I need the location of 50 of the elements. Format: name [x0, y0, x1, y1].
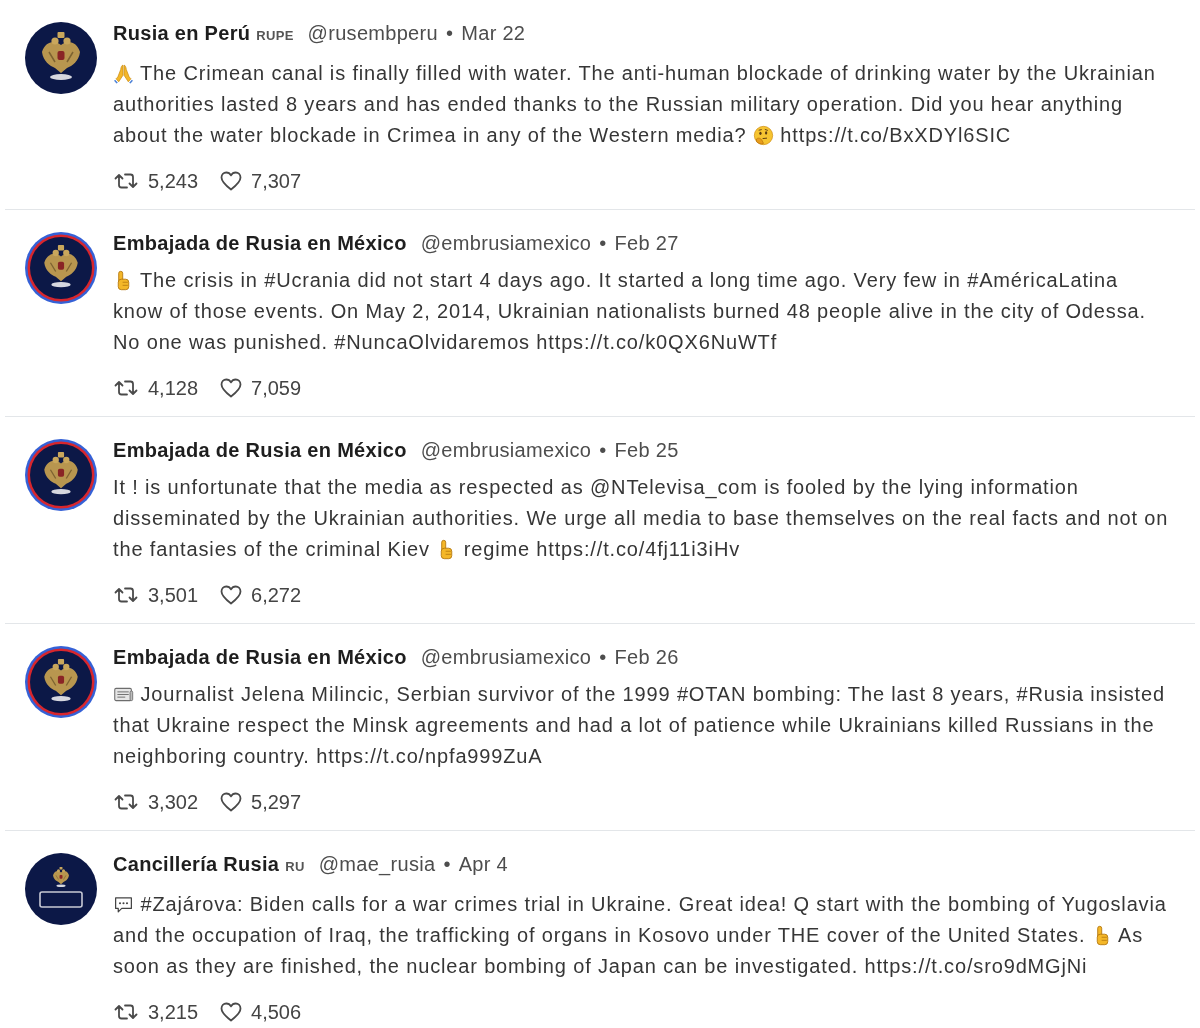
separator-dot: •: [599, 231, 607, 256]
heart-icon: [220, 170, 243, 192]
heart-icon: [220, 1001, 243, 1023]
flag-label: RU: [285, 858, 305, 876]
post-text: Journalist Jelena Milincic, Serbian survivor of the 1999 #OTAN bombing: The last 8 years, #Rusia insisted that Ukraine respect the Minsk agreements and had a lot of patience while Ukrainians killed Russians in the neighboring country. https://t.co/npfa999ZuA: [113, 682, 1166, 769]
author-name[interactable]: Embajada de Rusia en México: [113, 644, 407, 670]
retweet-button[interactable]: 3,501: [113, 582, 199, 608]
author-name[interactable]: Embajada de Rusia en México: [113, 437, 407, 463]
heart-icon: [220, 584, 243, 606]
post-date[interactable]: Feb 26: [614, 644, 679, 670]
separator-dot: •: [443, 852, 451, 877]
folded-hands-icon: [113, 63, 134, 84]
post-date[interactable]: Feb 27: [614, 230, 679, 256]
user-handle[interactable]: @embrusiamexico: [420, 230, 592, 256]
like-button[interactable]: 5,297: [220, 789, 302, 815]
emblem-avatar-icon[interactable]: [25, 646, 97, 718]
like-button[interactable]: 6,272: [220, 582, 302, 608]
author-name[interactable]: Cancillería Rusia: [113, 851, 280, 877]
like-button[interactable]: 7,059: [220, 375, 302, 401]
retweet-button[interactable]: 3,215: [113, 999, 199, 1025]
speech-bubble-icon: [113, 894, 134, 915]
separator-dot: •: [599, 645, 607, 670]
thinking-face-icon: [752, 125, 774, 146]
separator-dot: •: [599, 438, 607, 463]
post-date[interactable]: Feb 25: [614, 437, 679, 463]
post-date[interactable]: Mar 22: [461, 20, 526, 46]
emblem-avatar-icon[interactable]: [25, 853, 97, 925]
retweet-button[interactable]: 4,128: [113, 375, 199, 401]
post-text: The Crimean canal is finally filled with water. The anti-human blockade of drinking water by the Ukrainian authorities lasted 8 years and has ended thanks to the Russian military operation. Did you hear anything about the water blockade in Crimea in any of the Western media? https://t.co/BxXDYl6SIC: [113, 61, 1157, 148]
user-handle[interactable]: @embrusiamexico: [420, 644, 592, 670]
post-text: It ! is unfortunate that the media as respected as @NTelevisa_com is fooled by the lying information disseminated by the Ukrainian authorities. We urge all media to base themselves on the real facts and not on the fantasies of the criminal Kiev regime https://t.co/4fj11i3iHv: [113, 475, 1170, 562]
author-name[interactable]: Embajada de Rusia en México: [113, 230, 407, 256]
post-date[interactable]: Apr 4: [458, 851, 508, 877]
user-handle[interactable]: @mae_rusia: [318, 851, 436, 877]
emblem-avatar-icon[interactable]: [25, 439, 97, 511]
retweet-button[interactable]: 3,302: [113, 789, 199, 815]
post-text: #Zajárova: Biden calls for a war crimes trial in Ukraine. Great idea! Q start with the bombing of Yugoslavia and the occupation of Iraq, the trafficking of organs in Kosovo under THE cover of the United States. As soon as they are finished, the nuclear bombing of Japan can be investigated. https://t.co/sro9dMGjNi: [113, 892, 1168, 979]
emblem-avatar-icon[interactable]: [25, 22, 97, 94]
heart-icon: [220, 377, 243, 399]
like-button[interactable]: 4,506: [220, 999, 302, 1025]
post-text: The crisis in #Ucrania did not start 4 days ago. It started a long time ago. Very few in #AméricaLatina know of those events. On May 2, 2014, Ukrainian nationalists burned 48 people alive in the city of Odessa. No one was punished. #NuncaOlvidaremos https://t.co/k0QX6NuWTf: [113, 268, 1147, 355]
user-handle[interactable]: @embrusiamexico: [420, 437, 592, 463]
retweet-button[interactable]: 5,243: [113, 168, 199, 194]
flag-label: RUPE: [256, 27, 294, 45]
heart-icon: [220, 791, 243, 813]
user-handle[interactable]: @rusembperu: [307, 20, 438, 46]
like-button[interactable]: 7,307: [220, 168, 302, 194]
emblem-avatar-icon[interactable]: [25, 232, 97, 304]
author-name[interactable]: Rusia en Perú: [113, 20, 251, 46]
separator-dot: •: [445, 21, 454, 46]
